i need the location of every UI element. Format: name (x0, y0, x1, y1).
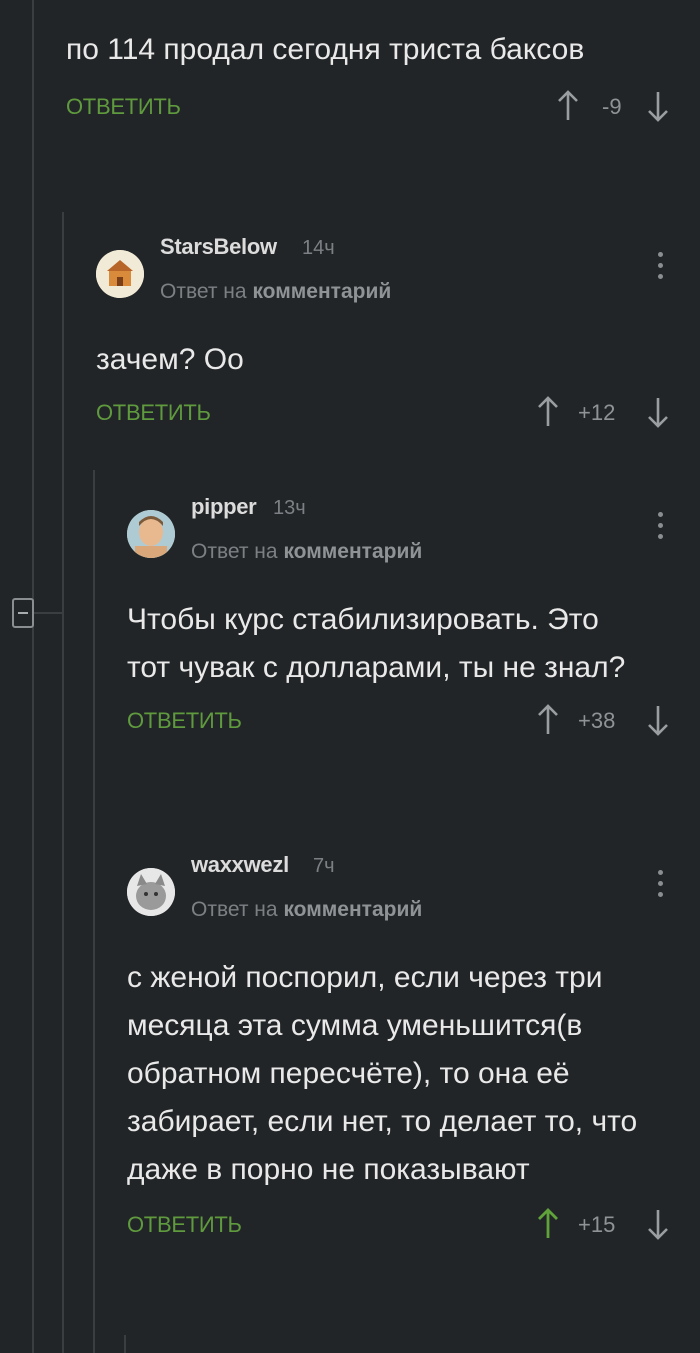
thread-line-level-0 (32, 0, 34, 1353)
avatar-image (127, 510, 175, 558)
downvote-arrow-icon[interactable] (646, 88, 670, 124)
reply-to-prefix: Ответ на (160, 280, 247, 303)
comment-text: зачем? Оо (96, 343, 244, 376)
comment-time: 14ч (302, 237, 335, 259)
avatar[interactable] (127, 868, 175, 916)
reply-button[interactable]: ОТВЕТИТЬ (66, 94, 181, 120)
comment-actions: ОТВЕТИТЬ +12 (96, 394, 674, 434)
comment-author[interactable]: waxxwezl (191, 852, 289, 878)
reply-to-line: Ответ на комментарий (191, 898, 422, 922)
comment-score: -9 (602, 94, 622, 119)
reply-button[interactable]: ОТВЕТИТЬ (127, 708, 242, 734)
upvote-arrow-icon[interactable] (536, 702, 560, 738)
comment-header: waxxwezl 7ч Ответ на комментарий (127, 852, 677, 921)
collapse-connector (34, 612, 62, 614)
reply-to-link[interactable]: комментарий (252, 280, 391, 303)
upvote-arrow-icon[interactable] (536, 394, 560, 430)
comment-actions: ОТВЕТИТЬ +38 (127, 702, 675, 742)
comment-text: с женой поспорил, если через три месяца … (127, 961, 638, 1186)
comment-time: 13ч (273, 497, 306, 519)
thread-line-level-2 (93, 470, 95, 1353)
comment-top: по 114 продал сегодня триста баксов ОТВЕ… (66, 26, 668, 128)
thread-line-level-1 (62, 212, 64, 1353)
avatar-image (96, 250, 144, 298)
comment-actions: ОТВЕТИТЬ +15 (127, 1206, 675, 1246)
comment-actions: ОТВЕТИТЬ -9 (66, 88, 674, 128)
upvote-arrow-icon[interactable] (556, 88, 580, 124)
comment-reply-3: waxxwezl 7ч Ответ на комментарий с женой… (127, 852, 677, 1246)
reply-to-line: Ответ на комментарий (191, 540, 422, 564)
avatar-image (127, 868, 175, 916)
comment-author[interactable]: pipper (191, 494, 257, 520)
upvote-arrow-icon-active[interactable] (536, 1206, 560, 1242)
downvote-arrow-icon[interactable] (646, 394, 670, 430)
comment-author[interactable]: StarsBelow (160, 234, 277, 260)
avatar[interactable] (96, 250, 144, 298)
comment-header: pipper 13ч Ответ на комментарий (127, 494, 677, 563)
comment-header: StarsBelow 14ч Ответ на комментарий (96, 234, 676, 303)
reply-to-line: Ответ на комментарий (160, 280, 391, 304)
reply-to-link[interactable]: комментарий (283, 898, 422, 921)
more-options-icon[interactable] (656, 252, 664, 284)
comment-text: по 114 продал сегодня триста баксов (66, 33, 585, 66)
comment-score: +38 (578, 708, 616, 733)
downvote-arrow-icon[interactable] (646, 1206, 670, 1242)
comment-reply-2: pipper 13ч Ответ на комментарий Чтобы ку… (127, 494, 677, 742)
avatar[interactable] (127, 510, 175, 558)
more-options-icon[interactable] (656, 870, 664, 902)
reply-button[interactable]: ОТВЕТИТЬ (96, 400, 211, 426)
comment-score: +15 (578, 1212, 616, 1237)
comment-reply-1: StarsBelow 14ч Ответ на комментарий заче… (96, 234, 676, 434)
reply-to-prefix: Ответ на (191, 540, 278, 563)
comment-time: 7ч (313, 855, 335, 877)
collapse-thread-button[interactable] (12, 598, 34, 628)
downvote-arrow-icon[interactable] (646, 702, 670, 738)
reply-to-link[interactable]: комментарий (283, 540, 422, 563)
comment-score: +12 (578, 400, 616, 425)
comment-text: Чтобы курс стабилизировать. Это тот чува… (127, 603, 626, 684)
reply-to-prefix: Ответ на (191, 898, 278, 921)
more-options-icon[interactable] (656, 512, 664, 544)
thread-line-level-3 (124, 1335, 126, 1353)
reply-button[interactable]: ОТВЕТИТЬ (127, 1212, 242, 1238)
